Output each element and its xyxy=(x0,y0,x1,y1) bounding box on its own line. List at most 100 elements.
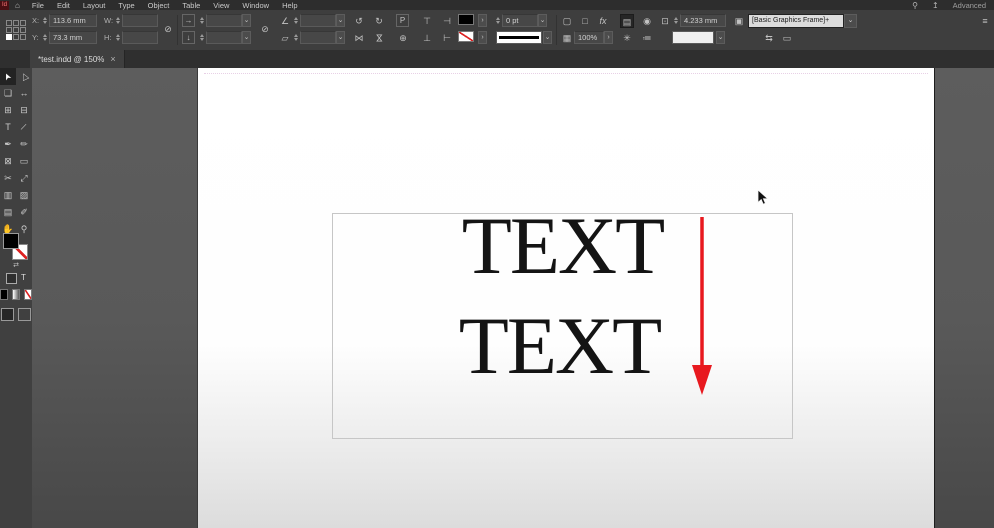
opacity-menu[interactable]: › xyxy=(604,31,613,44)
fill-color-swatch[interactable] xyxy=(458,14,474,25)
wrap-option2-icon[interactable]: ≔ xyxy=(640,31,654,45)
stroke-weight-dropdown[interactable]: ⌄ xyxy=(538,14,547,27)
scale-x-dropdown[interactable]: ⌄ xyxy=(242,14,251,27)
align-bottom-icon[interactable]: ⊥ xyxy=(420,31,434,45)
eyedropper-tool[interactable]: ✐ xyxy=(16,204,32,221)
align-top-icon[interactable]: ⊤ xyxy=(420,14,434,28)
stroke-weight-field[interactable]: 0 pt xyxy=(502,14,538,27)
stroke-color-swatch[interactable] xyxy=(458,31,474,42)
y-stepper[interactable] xyxy=(41,31,48,44)
selection-tool[interactable]: ➤ xyxy=(0,68,16,85)
w-stepper[interactable] xyxy=(114,14,121,27)
formatting-affects-text-icon[interactable]: T xyxy=(21,273,26,284)
page-tool[interactable]: ❏ xyxy=(0,85,16,102)
wrap-around-icon[interactable]: ◉ xyxy=(640,14,654,28)
menu-help[interactable]: Help xyxy=(282,1,297,10)
scale-x-field[interactable] xyxy=(206,14,242,27)
apply-gradient-icon[interactable] xyxy=(12,289,20,300)
share-icon[interactable]: ↥ xyxy=(932,1,939,10)
h-stepper[interactable] xyxy=(114,31,121,44)
pencil-tool[interactable]: ✏ xyxy=(16,136,32,153)
menu-file[interactable]: File xyxy=(32,1,44,10)
stroke-type-dropdown[interactable]: ⌄ xyxy=(543,31,552,44)
rotation-stepper[interactable] xyxy=(292,14,299,27)
scissors-tool[interactable]: ✂ xyxy=(0,170,16,187)
text-frame[interactable]: TEXT TEXT xyxy=(332,205,793,439)
rotate-ccw-icon[interactable]: ↺ xyxy=(352,14,366,28)
menu-window[interactable]: Window xyxy=(242,1,269,10)
select-content-icon[interactable]: ⊕ xyxy=(396,31,410,45)
select-container-icon[interactable]: P xyxy=(396,14,409,27)
type-tool[interactable]: T xyxy=(0,119,16,136)
apply-none-icon[interactable] xyxy=(24,289,32,300)
menu-view[interactable]: View xyxy=(213,1,229,10)
stroke-weight-stepper[interactable] xyxy=(494,14,501,27)
fill-swatch[interactable] xyxy=(3,233,19,249)
fill-color-menu[interactable]: › xyxy=(478,14,487,27)
content-placer-tool[interactable]: ⊟ xyxy=(16,102,32,119)
scale-y-field[interactable] xyxy=(206,31,242,44)
content-collector-tool[interactable]: ⊞ xyxy=(0,102,16,119)
menu-type[interactable]: Type xyxy=(118,1,134,10)
y-position-field[interactable]: 73.3 mm xyxy=(49,31,97,44)
auto-fit-icon[interactable]: ▣ xyxy=(732,14,746,28)
scale-y-dropdown[interactable]: ⌄ xyxy=(242,31,251,44)
effects-icon[interactable]: fx xyxy=(596,14,610,28)
frame-fitting-icon[interactable]: ⊡ xyxy=(658,14,672,28)
gap-field[interactable]: 4.233 mm xyxy=(680,14,726,27)
swatch-preview-menu[interactable]: ⌄ xyxy=(716,31,725,44)
ideas-icon[interactable]: ⚲ xyxy=(912,1,918,10)
rectangle-tool[interactable]: ▭ xyxy=(16,153,32,170)
quick-apply-icon[interactable]: ⇆ xyxy=(762,31,776,45)
flip-vertical-icon[interactable]: ⋈ xyxy=(372,31,386,45)
shear-dropdown[interactable]: ⌄ xyxy=(336,31,345,44)
wrap-none-icon[interactable]: ▤ xyxy=(620,14,634,28)
gap-tool[interactable]: ↔ xyxy=(16,85,32,102)
reference-point-proxy[interactable] xyxy=(6,20,26,40)
rotate-cw-icon[interactable]: ↻ xyxy=(372,14,386,28)
width-field[interactable] xyxy=(122,14,158,27)
gradient-swatch-tool[interactable]: ▥ xyxy=(0,187,16,204)
rotation-dropdown[interactable]: ⌄ xyxy=(336,14,345,27)
line-tool[interactable]: ∕ xyxy=(16,119,32,136)
x-position-field[interactable]: 113.6 mm xyxy=(49,14,97,27)
shear-field[interactable] xyxy=(300,31,336,44)
corner-options-icon[interactable]: ▢ xyxy=(560,14,574,28)
menu-table[interactable]: Table xyxy=(182,1,200,10)
swatch-preview-dropdown[interactable] xyxy=(672,31,714,44)
workspace-switcher[interactable]: Advanced xyxy=(953,1,986,10)
panel-menu-icon[interactable]: ≡ xyxy=(978,14,992,28)
flip-horizontal-icon[interactable]: ⋈ xyxy=(352,31,366,45)
object-style-dropdown[interactable]: [Basic Graphics Frame]+ xyxy=(748,14,844,28)
free-transform-tool[interactable]: ⤢ xyxy=(16,170,32,187)
shear-stepper[interactable] xyxy=(292,31,299,44)
rotation-field[interactable] xyxy=(300,14,336,27)
object-style-chevron[interactable]: ⌄ xyxy=(844,14,857,28)
rectangle-frame-tool[interactable]: ⊠ xyxy=(0,153,16,170)
menu-layout[interactable]: Layout xyxy=(83,1,106,10)
scale-y-stepper[interactable] xyxy=(198,31,205,44)
stroke-type-preview[interactable] xyxy=(496,31,542,44)
gap-stepper[interactable] xyxy=(672,14,679,27)
menu-edit[interactable]: Edit xyxy=(57,1,70,10)
gradient-feather-tool[interactable]: ▨ xyxy=(16,187,32,204)
normal-view-icon[interactable] xyxy=(1,308,14,321)
menu-object[interactable]: Object xyxy=(148,1,170,10)
distribute-icon[interactable]: ⊢ xyxy=(440,31,454,45)
document-tab[interactable]: *test.indd @ 150% × xyxy=(30,50,125,68)
constrain-scale-icon[interactable]: ⊘ xyxy=(258,22,272,36)
break-link-style-icon[interactable]: ▭ xyxy=(780,31,794,45)
constrain-dimensions-icon[interactable]: ⊘ xyxy=(161,22,175,36)
pen-tool[interactable]: ✒ xyxy=(0,136,16,153)
preview-mode-icon[interactable] xyxy=(18,308,31,321)
formatting-affects-container-icon[interactable] xyxy=(6,273,18,284)
stroke-color-menu[interactable]: › xyxy=(478,31,487,44)
wrap-option-icon[interactable]: ✳ xyxy=(620,31,634,45)
home-icon[interactable]: ⌂ xyxy=(15,1,20,10)
swap-fill-stroke-icon[interactable]: ⇄ xyxy=(13,261,19,270)
corner-shape-icon[interactable]: □ xyxy=(578,14,592,28)
x-stepper[interactable] xyxy=(41,14,48,27)
opacity-field[interactable]: 100% xyxy=(574,31,604,44)
direct-selection-tool[interactable]: ▷ xyxy=(16,68,32,85)
close-icon[interactable]: × xyxy=(110,55,115,64)
